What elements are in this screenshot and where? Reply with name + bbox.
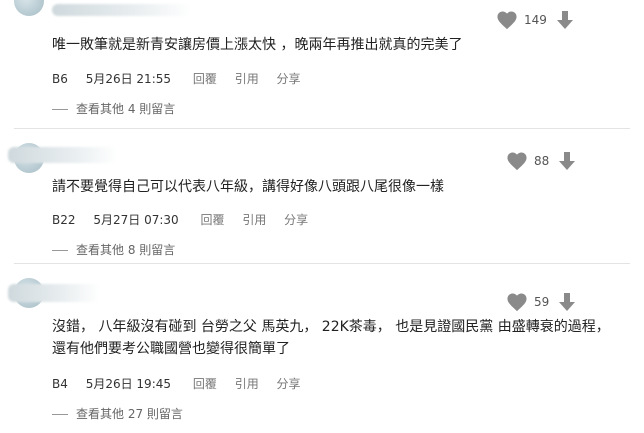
heart-icon[interactable] (506, 292, 528, 312)
heart-icon[interactable] (506, 151, 528, 171)
avatar[interactable] (14, 0, 44, 16)
username-blurred[interactable] (8, 284, 100, 302)
view-more-replies[interactable]: 查看其他 27 則留言 (52, 405, 183, 422)
reply-button[interactable]: 回覆 (193, 70, 217, 87)
comment-meta: B6 5月26日 21:55 回覆 引用 分享 (52, 70, 315, 87)
like-count: 59 (534, 295, 550, 309)
floor-label: B6 (52, 72, 68, 86)
comment-3: 沒錯， 八年級沒有碰到 台勞之父 馬英九， 22K茶毒， 也是見證國民黨 由盛轉… (0, 264, 644, 433)
arrow-down-icon[interactable] (559, 292, 576, 312)
comment-text: 唯一敗筆就是新青安讓房價上漲太快 ，晚兩年再推出就真的完美了 (52, 37, 463, 53)
divider-dash (52, 109, 68, 110)
floor-label: B22 (52, 213, 76, 227)
post-date: 5月26日 19:45 (85, 377, 172, 391)
comment-2: 請不要覺得自己可以代表八年級，講得好像八頭跟八尾很像一樣 B22 5月27日 0… (0, 129, 644, 263)
comment-text: 沒錯， 八年級沒有碰到 台勞之父 馬英九， 22K茶毒， 也是見證國民黨 由盛轉… (52, 316, 610, 360)
view-replies-label[interactable]: 查看其他 27 則留言 (76, 407, 183, 421)
username-blurred[interactable] (52, 4, 192, 16)
divider-dash (52, 250, 68, 251)
comment-1: 唯一敗筆就是新青安讓房價上漲太快 ，晚兩年再推出就真的完美了 B6 5月26日 … (0, 0, 644, 130)
divider-dash (52, 414, 68, 415)
quote-button[interactable]: 引用 (235, 70, 259, 87)
floor-label: B4 (52, 377, 68, 391)
like-count: 88 (534, 154, 550, 168)
arrow-down-icon[interactable] (556, 10, 573, 30)
quote-button[interactable]: 引用 (235, 375, 259, 392)
share-button[interactable]: 分享 (277, 70, 301, 87)
comment-text-line: 還有他們要考公職國營也變得很簡單了 (52, 341, 290, 357)
view-replies-label[interactable]: 查看其他 4 則留言 (76, 102, 175, 116)
comment-text: 請不要覺得自己可以代表八年級，講得好像八頭跟八尾很像一樣 (52, 179, 444, 195)
like-count: 149 (524, 13, 547, 27)
share-button[interactable]: 分享 (277, 375, 301, 392)
view-more-replies[interactable]: 查看其他 8 則留言 (52, 241, 175, 258)
arrow-down-icon[interactable] (559, 151, 576, 171)
vote-group: 88 (506, 151, 576, 171)
vote-group: 59 (506, 292, 576, 312)
comment-meta: B4 5月26日 19:45 回覆 引用 分享 (52, 375, 315, 392)
post-date: 5月26日 21:55 (85, 72, 172, 86)
share-button[interactable]: 分享 (284, 211, 308, 228)
comment-meta: B22 5月27日 07:30 回覆 引用 分享 (52, 211, 322, 228)
reply-button[interactable]: 回覆 (200, 211, 224, 228)
view-more-replies[interactable]: 查看其他 4 則留言 (52, 100, 175, 117)
post-date: 5月27日 07:30 (93, 213, 179, 227)
vote-group: 149 (496, 10, 573, 30)
username-blurred[interactable] (8, 147, 118, 163)
view-replies-label[interactable]: 查看其他 8 則留言 (76, 243, 175, 257)
comment-text-line: 沒錯， 八年級沒有碰到 台勞之父 馬英九， 22K茶毒， 也是見證國民黨 由盛轉… (52, 319, 610, 335)
quote-button[interactable]: 引用 (242, 211, 266, 228)
heart-icon[interactable] (496, 10, 518, 30)
reply-button[interactable]: 回覆 (193, 375, 217, 392)
